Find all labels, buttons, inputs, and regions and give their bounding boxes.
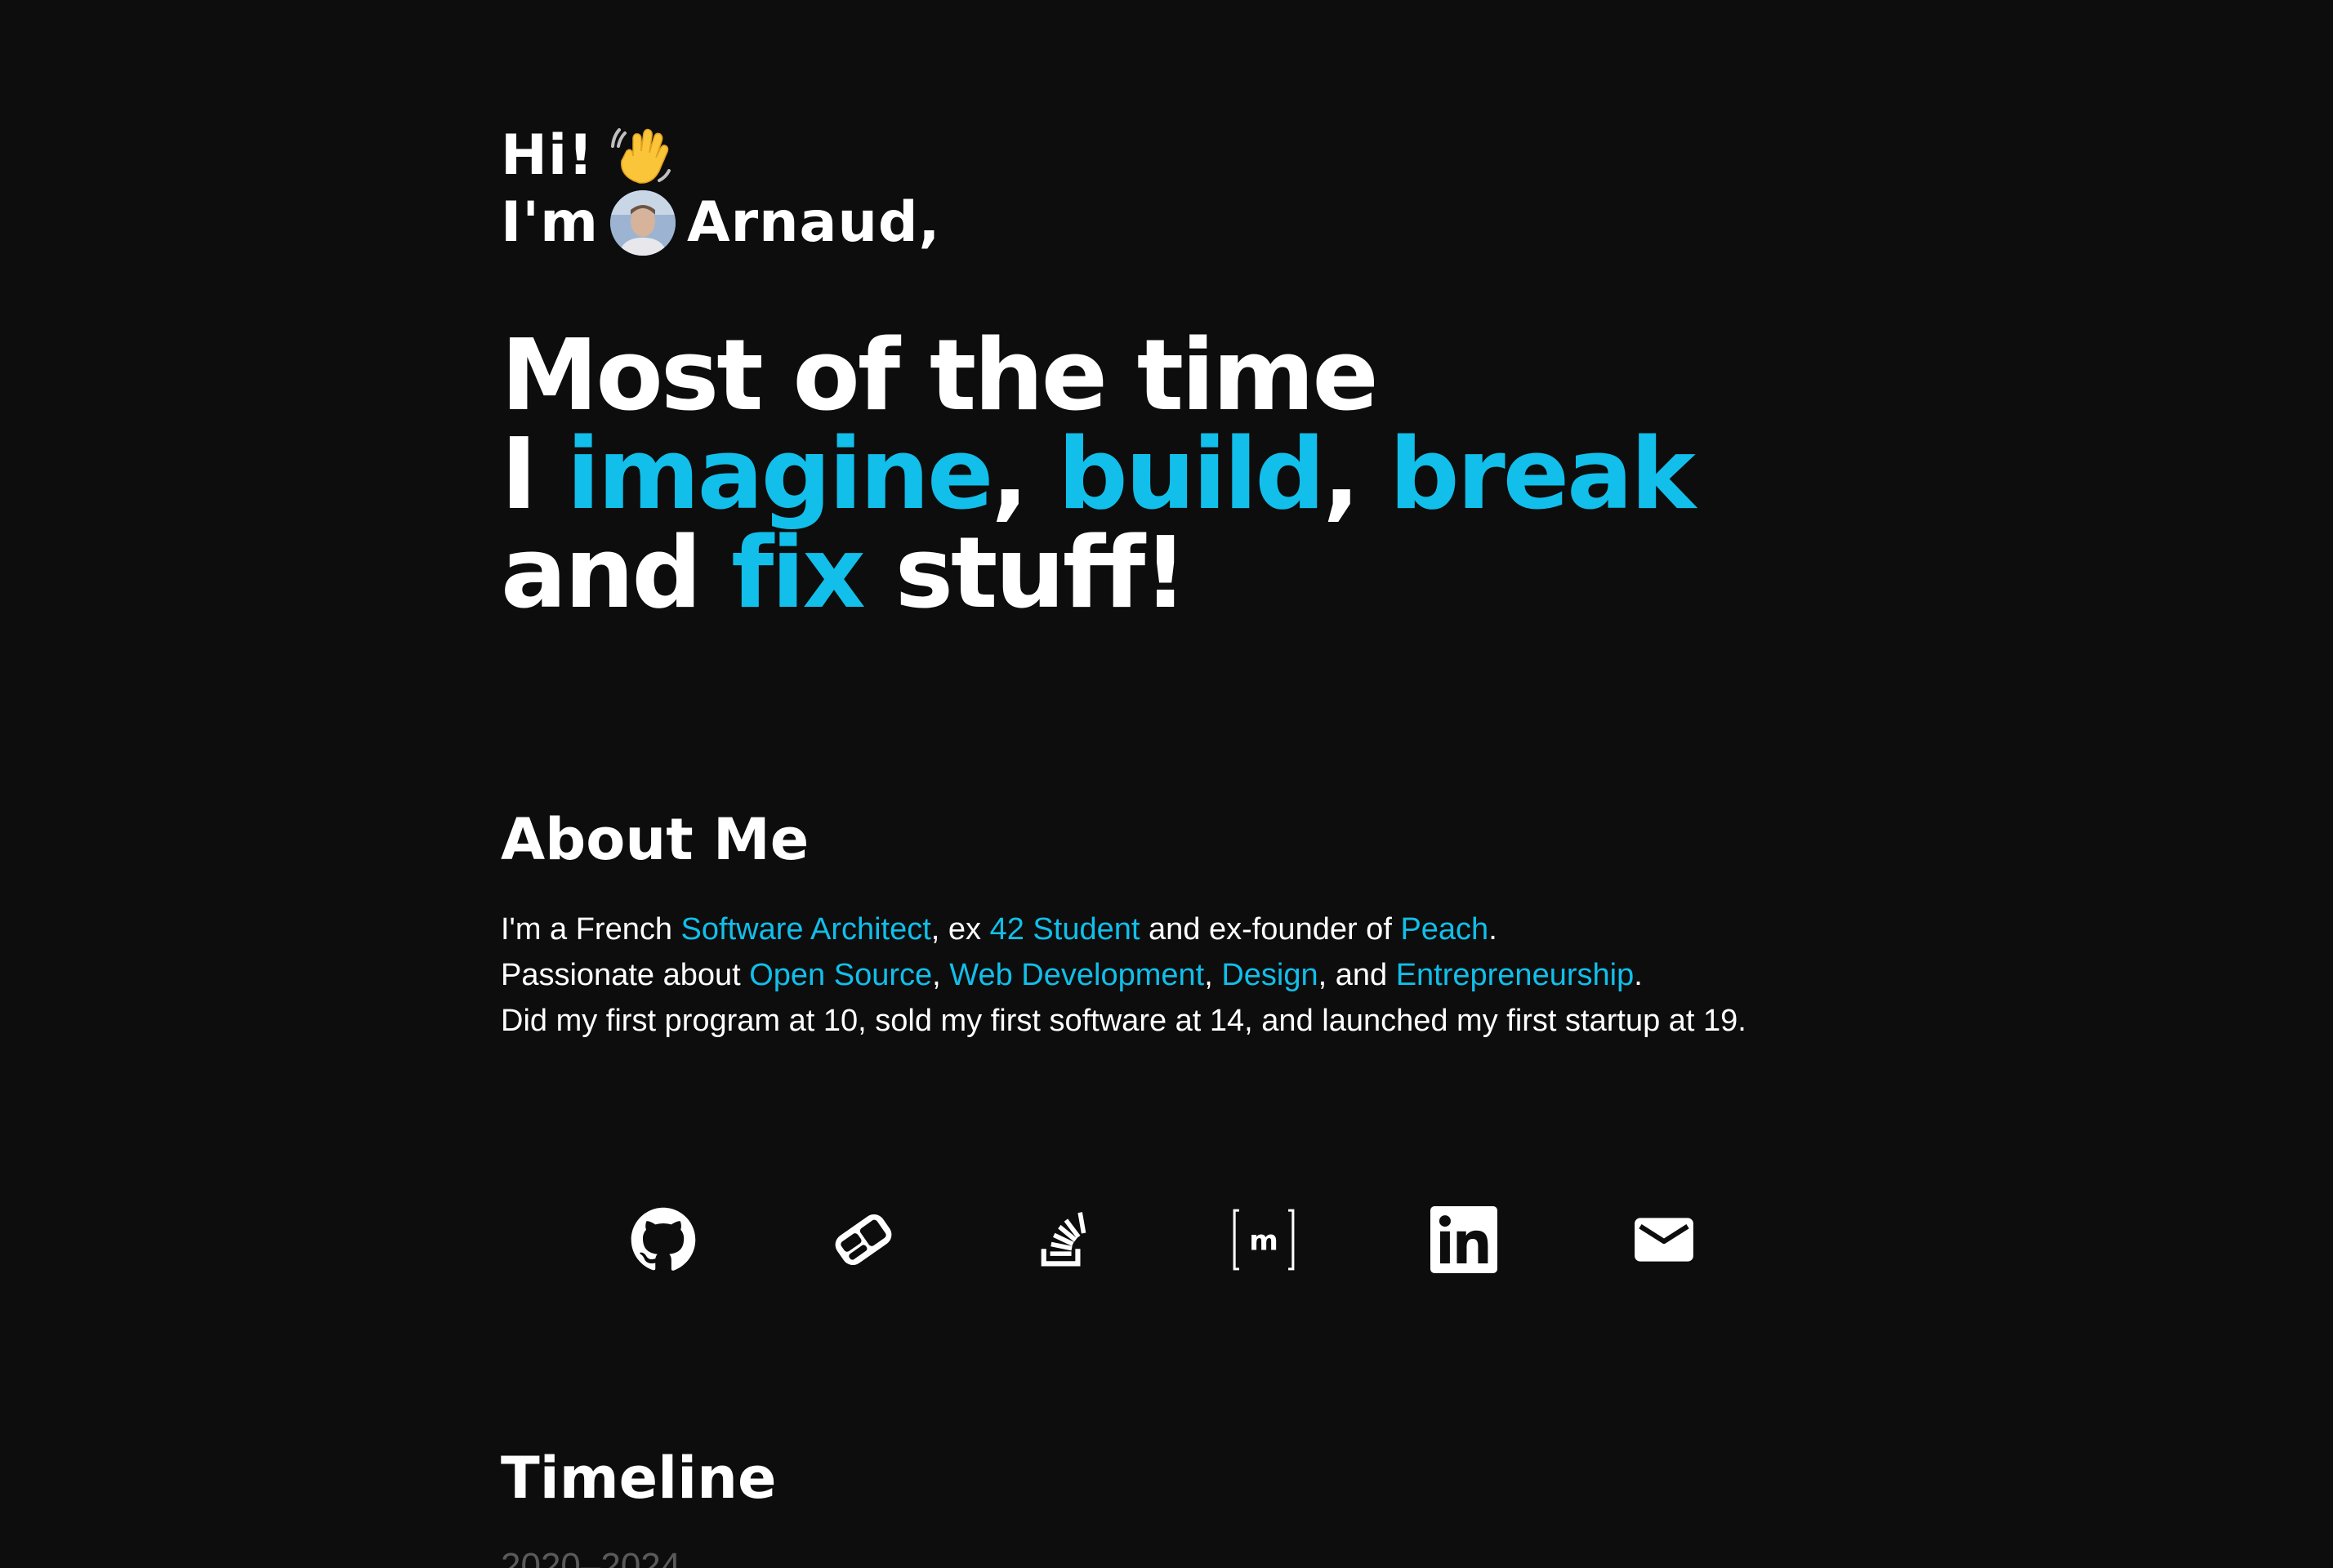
- linkedin-link[interactable]: [1430, 1206, 1497, 1273]
- dribbble-link[interactable]: [830, 1206, 897, 1273]
- waving-hand-icon: [609, 123, 674, 189]
- about-text-fragment: .: [1488, 912, 1497, 947]
- github-icon: [631, 1207, 696, 1271]
- tagline-comma-1: ,: [991, 418, 1058, 532]
- open-source-link[interactable]: Open Source: [749, 958, 932, 992]
- dribbble-icon: [835, 1214, 892, 1266]
- about-paragraph: I'm a French Software Architect, ex 42 S…: [501, 906, 1746, 1044]
- software-architect-link[interactable]: Software Architect: [681, 912, 931, 947]
- mail-icon: [1635, 1218, 1693, 1262]
- medium-link[interactable]: m: [1230, 1206, 1297, 1273]
- about-text-fragment: Passionate about: [501, 958, 750, 992]
- tagline-line-2: I imagine, build, break: [501, 425, 1696, 524]
- about-text-fragment: , ex: [930, 912, 990, 947]
- tagline-word-build: build: [1057, 418, 1325, 532]
- about-text-fragment: .: [1634, 958, 1643, 992]
- web-development-link[interactable]: Web Development: [949, 958, 1204, 992]
- tagline-line-3: and fix stuff!: [501, 524, 1693, 623]
- social-links: m: [630, 1206, 1693, 1273]
- greeting-line-2: I'm Arnaud,: [501, 189, 940, 256]
- about-line-3: Did my first program at 10, sold my firs…: [501, 1004, 1746, 1038]
- stackoverflow-link[interactable]: [1030, 1206, 1097, 1273]
- greeting-name: Arnaud,: [686, 190, 941, 255]
- linkedin-icon: [1430, 1206, 1497, 1273]
- medium-icon: m: [1233, 1209, 1295, 1271]
- about-text-fragment: I'm a French: [501, 912, 681, 947]
- stackoverflow-icon: [1041, 1212, 1086, 1267]
- svg-text:m: m: [1249, 1224, 1278, 1257]
- greeting-line-1: Hi!: [501, 122, 940, 189]
- peach-link[interactable]: Peach: [1400, 912, 1488, 947]
- entrepreneurship-link[interactable]: Entrepreneurship: [1396, 958, 1635, 992]
- github-link[interactable]: [630, 1206, 697, 1273]
- avatar: [609, 190, 676, 256]
- tagline-suffix-3: stuff!: [863, 517, 1188, 630]
- hero-tagline: Most of the time I imagine, build, break…: [501, 327, 1696, 623]
- timeline-period: 2020–2024: [501, 1546, 681, 1568]
- about-text-fragment: ,: [1204, 958, 1222, 992]
- greeting-hi: Hi!: [501, 123, 595, 188]
- tagline-prefix-2: I: [501, 418, 567, 532]
- timeline-heading: Timeline: [501, 1445, 777, 1512]
- tagline-prefix-3: and: [501, 517, 732, 630]
- about-line-2: Passionate about Open Source, Web Develo…: [501, 952, 1746, 998]
- 42-student-link[interactable]: 42 Student: [990, 912, 1140, 947]
- tagline-word-imagine: imagine: [566, 418, 993, 532]
- tagline-line-1: Most of the time: [501, 327, 1693, 425]
- tagline-word-break: break: [1389, 418, 1696, 532]
- tagline-word-fix: fix: [731, 517, 866, 630]
- about-text-fragment: and ex-founder of: [1140, 912, 1401, 947]
- email-link[interactable]: [1630, 1206, 1697, 1273]
- tagline-comma-2: ,: [1323, 418, 1390, 532]
- portfolio-page: Hi! I'm Arnaud, Most of the time I imagi…: [0, 0, 2333, 1568]
- design-link[interactable]: Design: [1221, 958, 1318, 992]
- about-heading: About Me: [501, 806, 810, 873]
- about-text-fragment: , and: [1318, 958, 1396, 992]
- greeting-im: I'm: [501, 190, 599, 255]
- about-line-1: I'm a French Software Architect, ex 42 S…: [501, 906, 1746, 952]
- about-text-fragment: ,: [932, 958, 950, 992]
- hero-greeting: Hi! I'm Arnaud,: [501, 122, 940, 256]
- tagline-text-1: Most of the time: [501, 319, 1379, 433]
